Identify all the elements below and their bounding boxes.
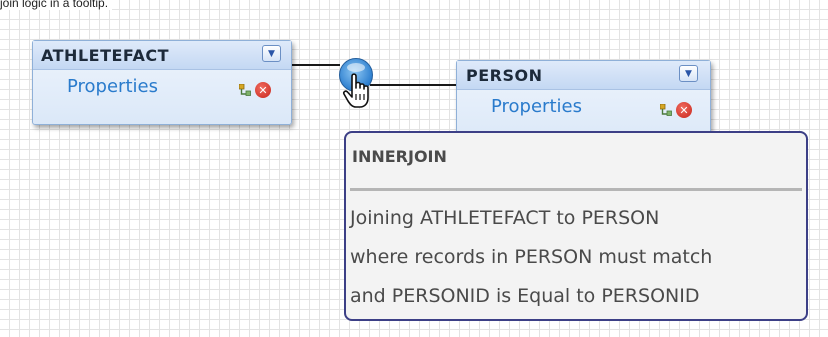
key-icon[interactable] — [239, 84, 251, 96]
tooltip-line: Joining ATHLETEFACT to PERSON — [350, 207, 660, 229]
properties-link[interactable]: Properties — [67, 76, 158, 97]
properties-row: Properties ✕ — [457, 90, 710, 126]
join-gloss — [347, 63, 365, 72]
join-tooltip: INNERJOIN Joining ATHLETEFACT to PERSON … — [344, 131, 808, 321]
entity-athletefact[interactable]: ATHLETEFACT ▼ Properties ✕ — [32, 40, 292, 125]
delete-icon[interactable]: ✕ — [255, 82, 271, 98]
tooltip-line: where records in PERSON must match — [350, 246, 713, 268]
entity-title: PERSON — [466, 66, 543, 85]
tooltip-title: INNERJOIN — [352, 147, 447, 166]
hand-cursor-icon — [342, 73, 369, 108]
properties-row: Properties ✕ — [33, 70, 291, 106]
entity-title: ATHLETEFACT — [41, 46, 170, 65]
chevron-down-icon[interactable]: ▼ — [679, 65, 698, 82]
properties-link[interactable]: Properties — [491, 96, 582, 117]
tooltip-divider — [350, 188, 802, 191]
key-icon[interactable] — [660, 104, 672, 116]
chevron-down-icon[interactable]: ▼ — [262, 45, 281, 62]
tooltip-line: and PERSONID is Equal to PERSONID — [350, 285, 700, 307]
delete-icon[interactable]: ✕ — [676, 102, 692, 118]
entity-header[interactable]: PERSON ▼ — [457, 61, 710, 90]
entity-header[interactable]: ATHLETEFACT ▼ — [33, 41, 291, 70]
